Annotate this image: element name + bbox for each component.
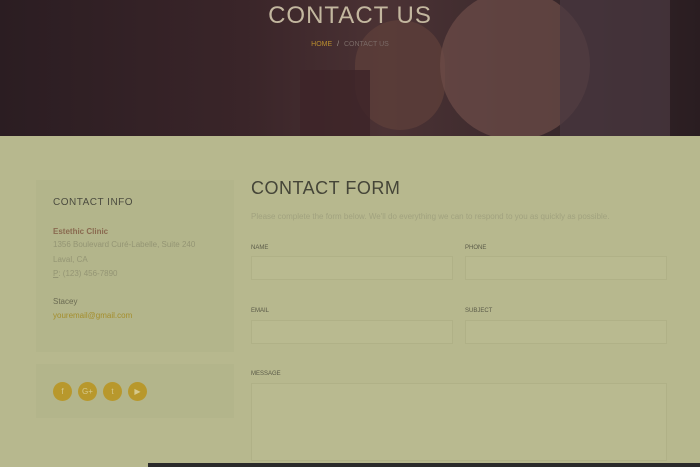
youtube-icon[interactable]: ▶ — [128, 382, 147, 401]
contact-info-card: CONTACT INFO Estethic Clinic 1356 Boulev… — [36, 180, 234, 352]
clinic-address: 1356 Boulevard Curé-Labelle, Suite 240 — [53, 240, 196, 249]
breadcrumb-home-link[interactable]: HOME — [311, 41, 332, 48]
page-title: CONTACT US — [268, 2, 432, 29]
facebook-icon[interactable]: f — [53, 382, 72, 401]
phone-number: : (123) 456-7890 — [58, 269, 118, 278]
email-input[interactable] — [251, 320, 453, 344]
social-card: f G+ t ▶ — [36, 364, 234, 418]
phone-label: PHONE — [465, 245, 487, 251]
message-label: MESSAGE — [251, 371, 281, 377]
social-links: f G+ t ▶ — [53, 382, 147, 401]
name-label: NAME — [251, 245, 269, 251]
bottom-bar — [148, 463, 700, 467]
email-label: EMAIL — [251, 308, 270, 314]
breadcrumb-current: CONTACT US — [344, 41, 389, 48]
hero-photo-figure — [300, 70, 370, 136]
google-plus-icon[interactable]: G+ — [78, 382, 97, 401]
contact-person: Stacey — [53, 297, 78, 306]
contact-form-description: Please complete the form below. We'll do… — [251, 212, 610, 221]
subject-input[interactable] — [465, 320, 667, 344]
contact-info-title: CONTACT INFO — [53, 197, 134, 208]
contact-form-title: CONTACT FORM — [251, 178, 401, 198]
clinic-phone: P: (123) 456-7890 — [53, 269, 118, 278]
message-textarea[interactable] — [251, 383, 667, 461]
clinic-name: Estethic Clinic — [53, 227, 109, 236]
contact-email-link[interactable]: youremail@gmail.com — [53, 311, 132, 320]
breadcrumb-separator: / — [337, 41, 340, 48]
breadcrumb: HOME / CONTACT US — [0, 41, 700, 48]
clinic-city: Laval, CA — [53, 255, 88, 264]
name-input[interactable] — [251, 256, 453, 280]
subject-label: SUBJECT — [465, 308, 493, 314]
hero-banner: CONTACT US HOME / CONTACT US — [0, 0, 700, 136]
twitter-icon[interactable]: t — [103, 382, 122, 401]
phone-input[interactable] — [465, 256, 667, 280]
